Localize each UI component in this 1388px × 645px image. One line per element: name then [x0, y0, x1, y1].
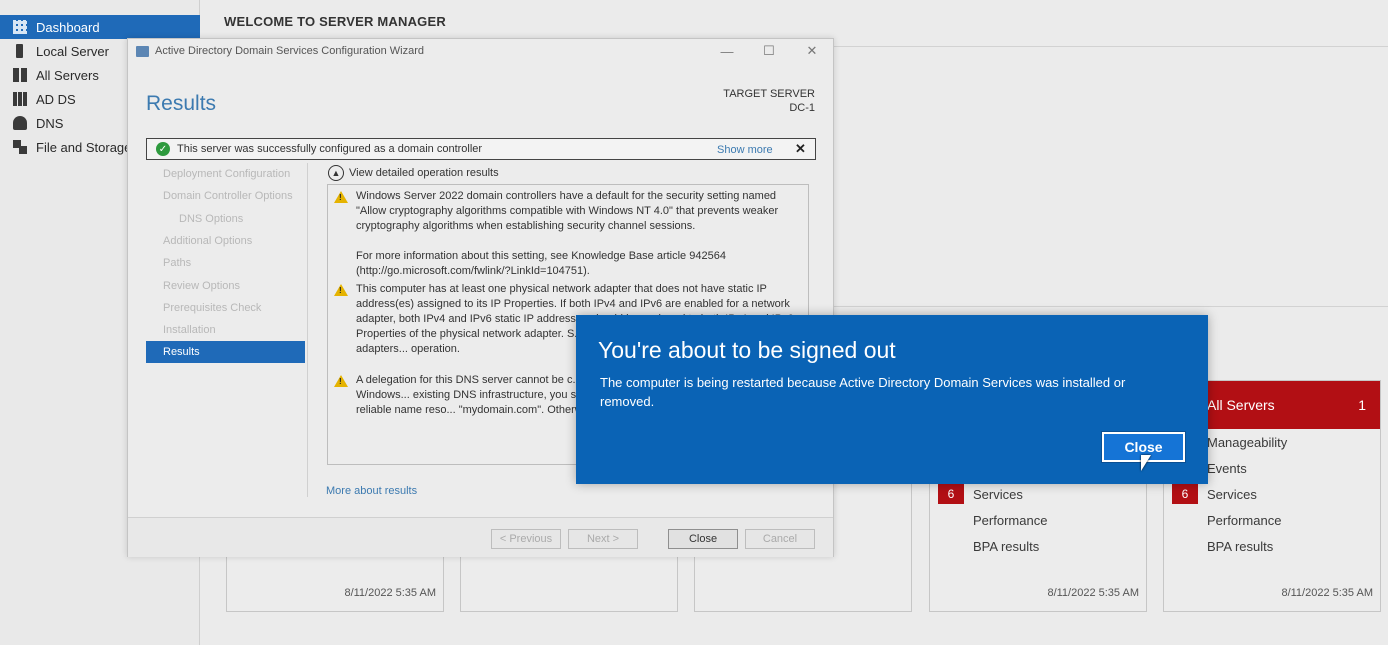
tile-row-performance[interactable]: Performance — [1207, 513, 1281, 528]
minimize-icon[interactable]: — — [716, 42, 738, 60]
tile-row-manageability[interactable]: Manageability — [1207, 435, 1287, 450]
wizard-heading: Results — [146, 92, 217, 115]
steps-divider — [307, 163, 308, 497]
mouse-cursor-icon — [1141, 455, 1151, 471]
page-title: WELCOME TO SERVER MANAGER — [224, 14, 446, 29]
step-additional-options[interactable]: Additional Options — [146, 230, 305, 252]
maximize-icon[interactable]: ☐ — [758, 42, 780, 60]
nav-item-label: AD DS — [36, 91, 76, 107]
tile-row-performance[interactable]: Performance — [973, 513, 1047, 528]
step-prerequisites-check[interactable]: Prerequisites Check — [146, 297, 305, 319]
nav-item-label: DNS — [36, 115, 64, 131]
result-message: Windows Server 2022 domain controllers h… — [356, 190, 779, 277]
dialog-title: You're about to be signed out — [598, 337, 896, 363]
file-storage-icon — [13, 140, 27, 154]
tile-timestamp: 8/11/2022 5:35 AM — [1281, 587, 1373, 599]
tile-count: 1 — [1358, 397, 1366, 413]
previous-button[interactable]: < Previous — [491, 529, 561, 549]
target-server-label: TARGET SERVER — [723, 88, 815, 100]
more-about-results-link[interactable]: More about results — [326, 485, 417, 497]
tile-row-services[interactable]: Services — [1207, 487, 1257, 502]
step-dc-options[interactable]: Domain Controller Options — [146, 185, 305, 207]
tile-row-services[interactable]: Services — [973, 487, 1023, 502]
next-button[interactable]: Next > — [568, 529, 638, 549]
warning-icon — [334, 375, 348, 387]
warning-icon — [334, 284, 348, 296]
nav-item-label: Dashboard — [36, 19, 100, 35]
adds-icon — [13, 92, 27, 106]
step-dns-options[interactable]: DNS Options — [146, 208, 305, 230]
dialog-message: The computer is being restarted because … — [600, 375, 1126, 409]
target-server-name: DC-1 — [789, 102, 815, 114]
tile-row-bpa-results[interactable]: BPA results — [973, 539, 1039, 554]
tile-timestamp: 8/11/2022 5:35 AM — [1047, 587, 1139, 599]
wizard-window-title: Active Directory Domain Services Configu… — [155, 45, 424, 57]
nav-item-label: Local Server — [36, 43, 109, 59]
cancel-button[interactable]: Cancel — [745, 529, 815, 549]
tile-timestamp: 8/11/2022 5:35 AM — [344, 587, 436, 599]
step-installation[interactable]: Installation — [146, 319, 305, 341]
detailed-results-toggle[interactable]: ▲ View detailed operation results — [328, 165, 499, 181]
checkmark-icon: ✓ — [156, 142, 170, 156]
tile-title: All Servers — [1207, 397, 1275, 413]
chevron-up-icon: ▲ — [328, 165, 344, 181]
dashboard-icon — [13, 20, 27, 34]
servers-icon — [13, 68, 27, 82]
step-results[interactable]: Results — [146, 341, 305, 363]
alert-count-badge: 6 — [1172, 484, 1198, 504]
success-message: This server was successfully configured … — [177, 143, 483, 155]
tile-row-events[interactable]: Events — [1207, 461, 1247, 476]
wizard-footer: < Previous Next > Close Cancel — [128, 517, 833, 557]
sign-out-dialog: You're about to be signed out The comput… — [576, 315, 1208, 484]
close-icon[interactable]: ✕ — [801, 42, 823, 60]
wizard-titlebar[interactable]: Active Directory Domain Services Configu… — [128, 39, 833, 65]
step-paths[interactable]: Paths — [146, 252, 305, 274]
warning-icon — [334, 191, 348, 203]
close-icon[interactable]: ✕ — [795, 141, 806, 157]
nav-item-label: All Servers — [36, 67, 99, 83]
dns-icon — [13, 116, 27, 130]
nav-item-dashboard[interactable]: Dashboard — [0, 15, 200, 39]
close-button[interactable]: Close — [668, 529, 738, 549]
toggle-label: View detailed operation results — [349, 167, 499, 179]
success-notification-bar: ✓ This server was successfully configure… — [146, 138, 816, 160]
alert-count-badge: 6 — [938, 484, 964, 504]
tile-row-bpa-results[interactable]: BPA results — [1207, 539, 1273, 554]
server-icon — [16, 44, 23, 58]
step-review-options[interactable]: Review Options — [146, 275, 305, 297]
wizard-app-icon — [136, 46, 149, 57]
nav-item-label: File and Storage — [36, 139, 132, 155]
show-more-link[interactable]: Show more — [717, 144, 773, 156]
step-deployment-configuration[interactable]: Deployment Configuration — [146, 163, 305, 185]
